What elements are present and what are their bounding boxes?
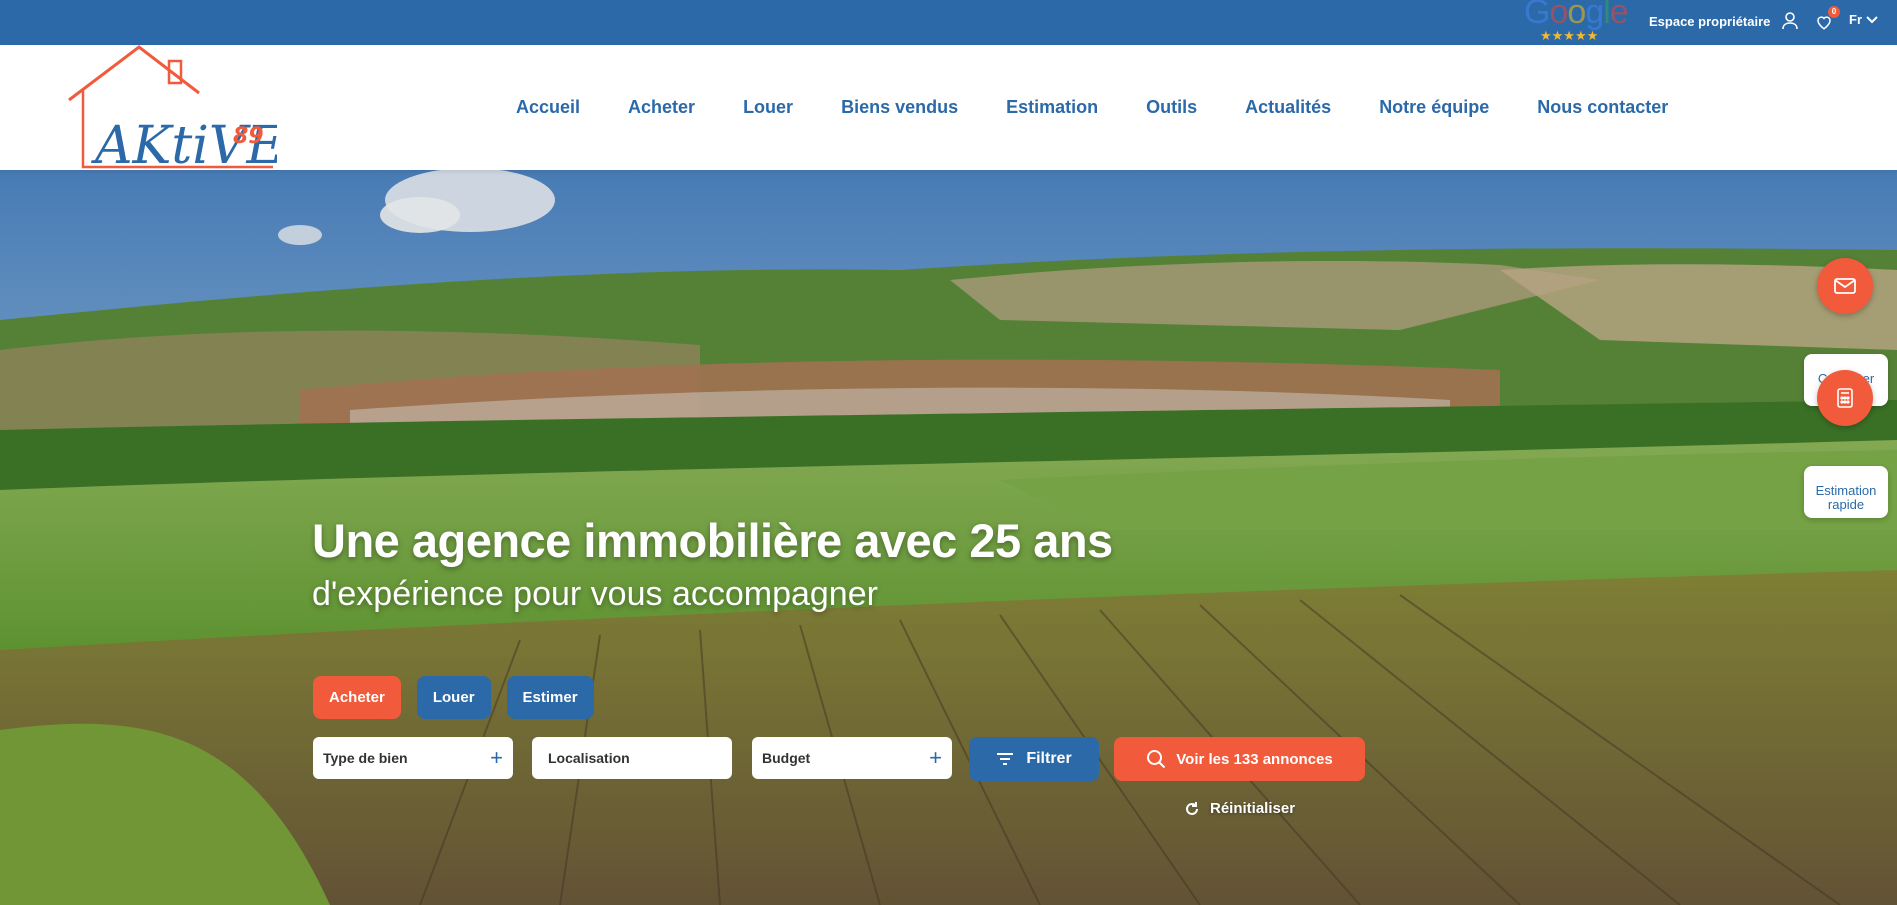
nav-item-biens-vendus[interactable]: Biens vendus <box>841 97 958 118</box>
nav-item-nous-contacter[interactable]: Nous contacter <box>1537 97 1668 118</box>
tab-louer[interactable]: Louer <box>416 676 491 719</box>
contact-agency-button[interactable] <box>1817 258 1873 314</box>
nav-item-actualites[interactable]: Actualités <box>1245 97 1331 118</box>
main-nav: Accueil Acheter Louer Biens vendus Estim… <box>516 97 1668 118</box>
tab-acheter[interactable]: Acheter <box>313 676 401 719</box>
language-selector[interactable]: Fr <box>1849 12 1878 27</box>
agency-logo[interactable]: AKtiVE 89 <box>65 45 277 170</box>
refresh-icon <box>1186 801 1198 815</box>
reset-button[interactable]: Réinitialiser <box>1184 800 1295 817</box>
favorites-button[interactable]: 0 <box>1815 6 1840 32</box>
see-listings-label: Voir les 133 annonces <box>1176 750 1333 768</box>
owner-space-link[interactable]: Espace propriétaire <box>1649 12 1799 30</box>
search-icon <box>1147 750 1166 769</box>
location-input[interactable]: Localisation <box>532 737 732 779</box>
plus-icon: + <box>929 745 942 770</box>
top-bar: Google ★★★★★ Espace propriétaire 0 Fr <box>0 0 1897 45</box>
filter-label: Filtrer <box>1026 750 1072 767</box>
calculator-icon <box>1837 388 1853 408</box>
location-label: Localisation <box>548 750 630 766</box>
hero-headline: Une agence immobilière avec 25 ans <box>312 514 1113 567</box>
quick-estimate-label-line1: Estimation <box>1815 483 1877 498</box>
logo-number: 89 <box>233 124 264 149</box>
filter-icon <box>997 753 1014 765</box>
main-header: AKtiVE 89 Accueil Acheter Louer Biens ve… <box>0 45 1897 170</box>
language-label: Fr <box>1849 12 1862 27</box>
nav-item-acheter[interactable]: Acheter <box>628 97 695 118</box>
chevron-down-icon <box>1866 15 1878 23</box>
budget-label: Budget <box>762 750 811 766</box>
filter-button[interactable]: Filtrer <box>969 737 1099 781</box>
nav-item-estimation[interactable]: Estimation <box>1006 97 1098 118</box>
plus-icon: + <box>490 745 503 770</box>
mail-icon <box>1834 278 1856 294</box>
property-type-select[interactable]: Type de bien + <box>313 737 513 779</box>
budget-select[interactable]: Budget + <box>752 737 952 779</box>
google-reviews-badge[interactable]: Google ★★★★★ <box>1524 0 1629 45</box>
see-listings-button[interactable]: Voir les 133 annonces <box>1114 737 1365 781</box>
owner-space-label: Espace propriétaire <box>1649 13 1771 29</box>
reset-label: Réinitialiser <box>1210 800 1296 817</box>
quick-estimate-card[interactable]: Estimation rapide <box>1804 466 1888 518</box>
search-tabs: Acheter Louer Estimer <box>313 676 594 719</box>
nav-item-outils[interactable]: Outils <box>1146 97 1197 118</box>
user-icon <box>1782 12 1799 30</box>
hero-subline: d'expérience pour vous accompagner <box>312 575 878 613</box>
quick-estimate-button[interactable] <box>1817 370 1873 426</box>
property-type-label: Type de bien <box>323 750 408 766</box>
favorites-count-badge: 0 <box>1828 6 1840 18</box>
nav-item-louer[interactable]: Louer <box>743 97 793 118</box>
nav-item-notre-equipe[interactable]: Notre équipe <box>1379 97 1489 118</box>
nav-item-accueil[interactable]: Accueil <box>516 97 580 118</box>
quick-estimate-label-line2: rapide <box>1827 497 1865 512</box>
tab-estimer[interactable]: Estimer <box>506 676 594 719</box>
rating-stars: ★★★★★ <box>1540 28 1599 43</box>
